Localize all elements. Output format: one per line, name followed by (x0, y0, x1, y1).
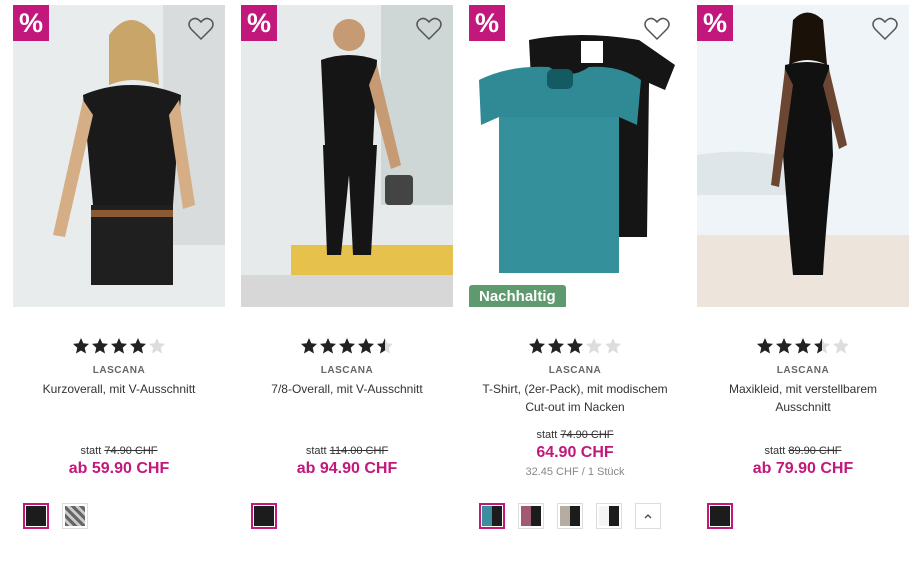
sustainable-badge: Nachhaltig (469, 285, 566, 307)
star-filled-icon (92, 338, 108, 354)
heart-icon[interactable] (415, 15, 443, 43)
swatch-taupe-black[interactable] (557, 503, 583, 529)
star-filled-icon (776, 338, 792, 354)
product-card[interactable]: % LASCANA Maxikleid, mit verstellbarem A… (697, 5, 909, 545)
color-swatches (479, 503, 661, 529)
product-photo (469, 5, 681, 307)
star-half-icon (377, 338, 393, 354)
star-filled-icon (130, 338, 146, 354)
old-price: 114.00 CHF (329, 445, 389, 457)
brand-name: LASCANA (320, 365, 374, 376)
price-block: statt 114.00 CHF ab 94.90 CHF (241, 445, 453, 478)
old-price-line: statt 74.90 CHF (13, 445, 225, 457)
brand-name: LASCANA (548, 365, 602, 376)
product-card[interactable]: % LASCANA Kurzoverall, mit V-Ausschnitt … (13, 5, 225, 545)
rating-stars (241, 337, 453, 357)
star-empty-icon (605, 338, 621, 354)
statt-label: statt (536, 429, 558, 441)
swatch-pattern-grey[interactable] (62, 503, 88, 529)
swatch-black[interactable] (23, 503, 49, 529)
price-block: statt 74.90 CHF ab 59.90 CHF (13, 445, 225, 478)
star-empty-icon (149, 338, 165, 354)
star-filled-icon (529, 338, 545, 354)
product-image[interactable]: % Nachhaltig (469, 5, 681, 307)
product-name[interactable]: T-Shirt, (2er-Pack), mit modischem Cut-o… (469, 380, 681, 424)
current-price: 64.90 CHF (536, 444, 614, 461)
current-price: ab 79.90 CHF (752, 460, 854, 477)
star-filled-icon (320, 338, 336, 354)
old-price: 74.90 CHF (560, 429, 614, 441)
star-filled-icon (567, 338, 583, 354)
statt-label: statt (80, 445, 102, 457)
swatch-berry-black[interactable] (518, 503, 544, 529)
current-price: ab 59.90 CHF (68, 460, 170, 477)
color-swatches (707, 503, 733, 529)
product-photo (697, 5, 909, 307)
color-swatches (23, 503, 88, 529)
swatch-black[interactable] (251, 503, 277, 529)
product-name[interactable]: Kurzoverall, mit V-Ausschnitt (13, 380, 225, 424)
current-price: ab 94.90 CHF (296, 460, 398, 477)
sale-badge: % (13, 5, 49, 41)
star-filled-icon (73, 338, 89, 354)
swatch-black[interactable] (707, 503, 733, 529)
old-price: 89.90 CHF (788, 445, 842, 457)
heart-icon[interactable] (187, 15, 215, 43)
product-name[interactable]: Maxikleid, mit verstellbarem Ausschnitt (697, 380, 909, 424)
star-filled-icon (339, 338, 355, 354)
sale-badge: % (241, 5, 277, 41)
more-colors-button[interactable] (635, 503, 661, 529)
rating-stars (469, 337, 681, 357)
product-card[interactable]: % LASCANA 7/8-Overall, mit V-Ausschnitt … (241, 5, 453, 545)
old-price: 74.90 CHF (104, 445, 158, 457)
product-image[interactable]: % (241, 5, 453, 307)
star-filled-icon (301, 338, 317, 354)
product-photo (241, 5, 453, 307)
product-image[interactable]: % (697, 5, 909, 307)
sale-badge: % (469, 5, 505, 41)
swatch-teal-black[interactable] (479, 503, 505, 529)
sale-badge: % (697, 5, 733, 41)
star-filled-icon (757, 338, 773, 354)
color-swatches (251, 503, 277, 529)
swatch-white-black[interactable] (596, 503, 622, 529)
statt-label: statt (305, 445, 327, 457)
price-block: statt 89.90 CHF ab 79.90 CHF (697, 445, 909, 478)
old-price-line: statt 114.00 CHF (241, 445, 453, 457)
star-filled-icon (111, 338, 127, 354)
rating-stars (13, 337, 225, 357)
product-photo (13, 5, 225, 307)
star-half-icon (814, 338, 830, 354)
star-empty-icon (833, 338, 849, 354)
star-empty-icon (586, 338, 602, 354)
heart-icon[interactable] (871, 15, 899, 43)
product-card[interactable]: % Nachhaltig LASCANA T-Shirt, (2er-Pack)… (469, 5, 681, 545)
chevron-up-icon (644, 514, 652, 519)
old-price-line: statt 74.90 CHF (469, 429, 681, 441)
star-filled-icon (795, 338, 811, 354)
statt-label: statt (764, 445, 786, 457)
star-filled-icon (548, 338, 564, 354)
brand-name: LASCANA (776, 365, 830, 376)
star-filled-icon (358, 338, 374, 354)
product-image[interactable]: % (13, 5, 225, 307)
product-name[interactable]: 7/8-Overall, mit V-Ausschnitt (241, 380, 453, 424)
unit-price: 32.45 CHF / 1 Stück (525, 466, 625, 478)
brand-name: LASCANA (92, 365, 146, 376)
old-price-line: statt 89.90 CHF (697, 445, 909, 457)
rating-stars (697, 337, 909, 357)
price-block: statt 74.90 CHF 64.90 CHF 32.45 CHF / 1 … (469, 429, 681, 478)
heart-icon[interactable] (643, 15, 671, 43)
